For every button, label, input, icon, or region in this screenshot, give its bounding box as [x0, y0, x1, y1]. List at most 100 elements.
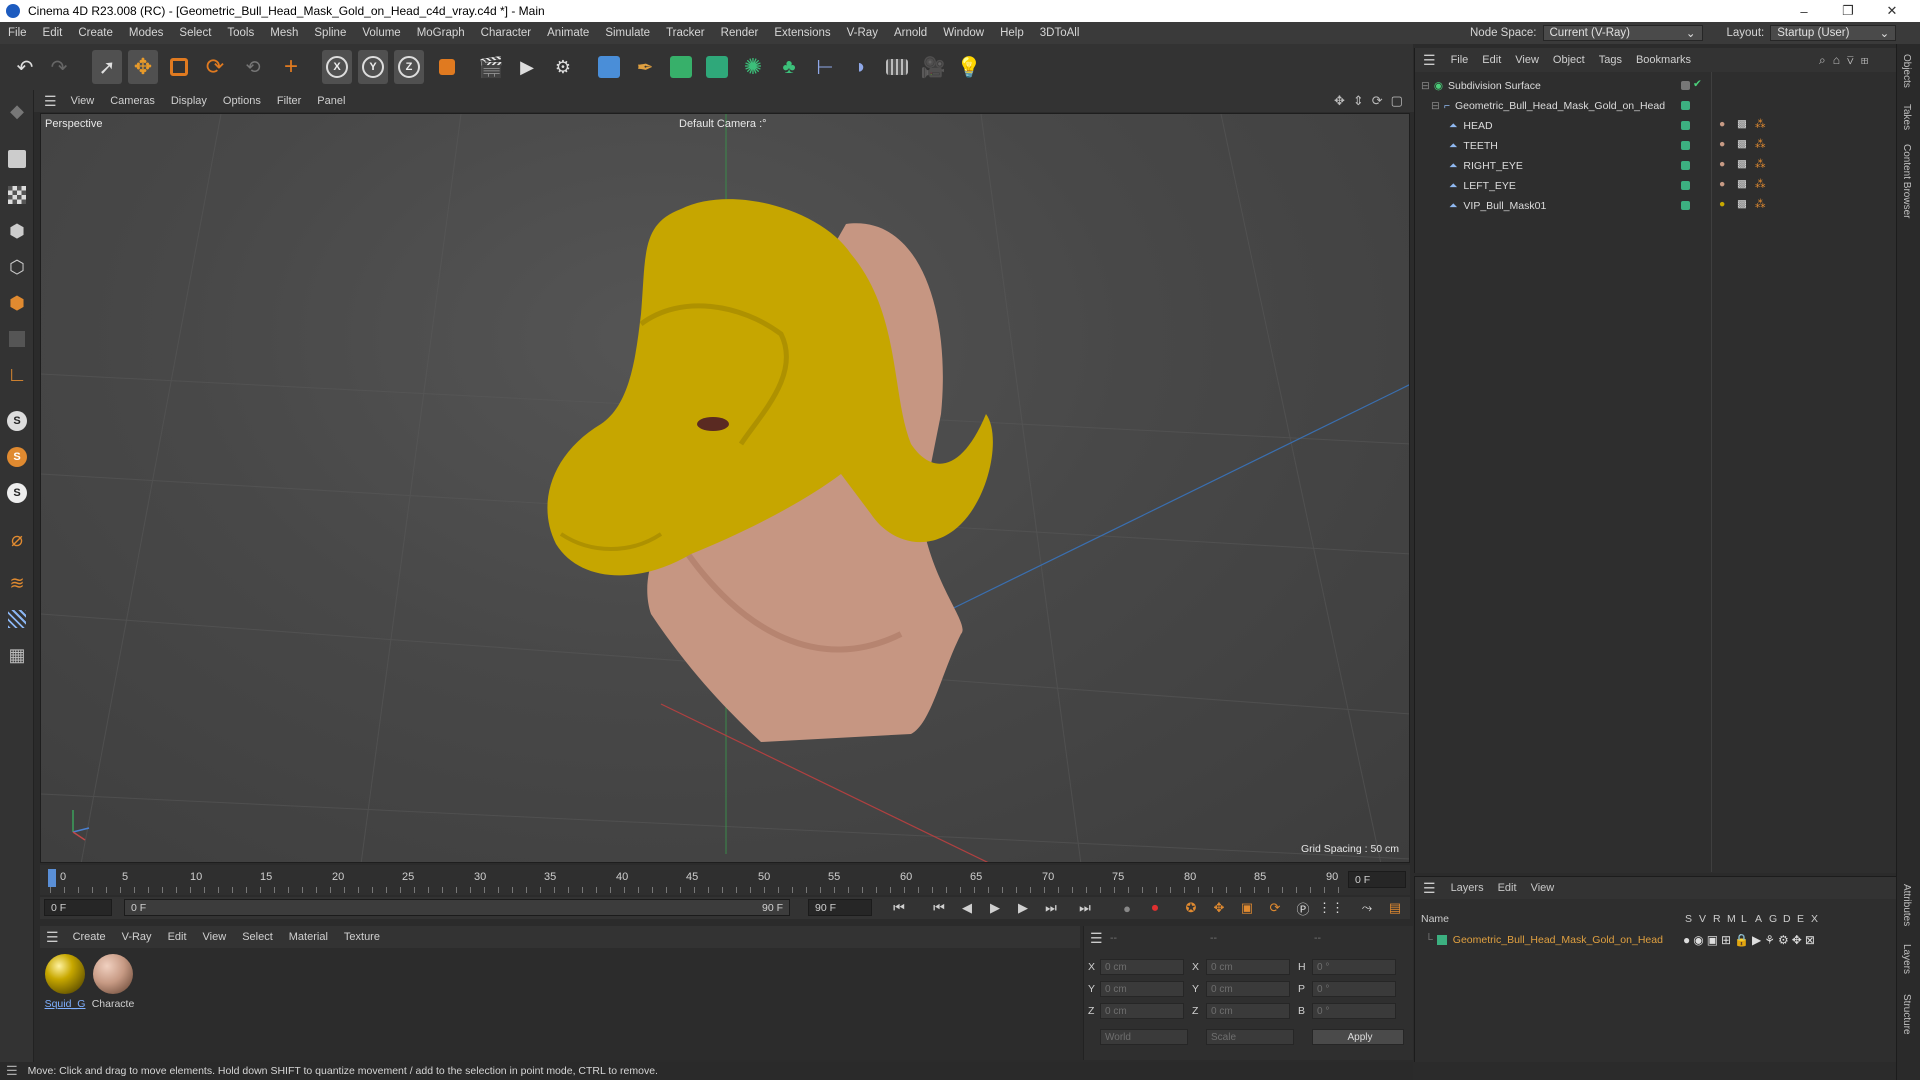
pos-z-field[interactable]: 0 cm — [1100, 1003, 1184, 1019]
x-axis-lock-button[interactable]: X — [322, 50, 352, 84]
layer-flag-toggles[interactable]: ●◉▣⊞🔒▶⚘⚙✥⊠ — [1683, 933, 1818, 947]
menu-simulate[interactable]: Simulate — [597, 27, 658, 39]
material-tag-icon[interactable]: ● — [1719, 178, 1725, 190]
pen-spline-button[interactable]: ✒ — [630, 50, 660, 84]
object-row-right-eye[interactable]: ⏶ RIGHT_EYE ● ▩ ⁂ — [1415, 156, 1897, 176]
minimize-button[interactable]: – — [1782, 0, 1826, 22]
layer-color-dot[interactable] — [1681, 141, 1690, 150]
tab-takes[interactable]: Takes — [1901, 104, 1912, 130]
extrude-button[interactable] — [702, 50, 732, 84]
key-pla-button[interactable]: ⋮⋮ — [1318, 897, 1344, 919]
tab-attributes[interactable]: Attributes — [1901, 884, 1912, 926]
texture-mode-button[interactable] — [4, 182, 30, 208]
selection-tag-icon[interactable]: ⁂ — [1755, 118, 1766, 130]
undo-button[interactable]: ↶ — [10, 50, 40, 84]
viewport-menu-filter[interactable]: Filter — [269, 95, 309, 107]
render-view-button[interactable]: 🎬 — [476, 50, 506, 84]
layer-flag-xrefs[interactable]: X — [1811, 913, 1818, 925]
enabled-check-icon[interactable]: ✔ — [1693, 78, 1702, 90]
layer-flag-locked[interactable]: L — [1741, 913, 1747, 925]
collapse-icon[interactable]: ⊟ — [1421, 80, 1430, 92]
viewport-menu-options[interactable]: Options — [215, 95, 269, 107]
hamburger-icon[interactable]: ☰ — [44, 93, 57, 110]
layer-color-dot[interactable] — [1681, 201, 1690, 210]
record-button[interactable]: ⏺ — [1142, 897, 1168, 919]
object-row-subdivision-surface[interactable]: ⊟ ◉ Subdivision Surface ✔ — [1415, 76, 1897, 96]
layer-flag-render[interactable]: R — [1713, 913, 1721, 925]
viewport-menu-cameras[interactable]: Cameras — [102, 95, 163, 107]
layer-flag-animation[interactable]: A — [1755, 913, 1762, 925]
material-menu-view[interactable]: View — [195, 931, 235, 943]
object-row-head[interactable]: ⏶ HEAD ● ▩ ⁂ — [1415, 116, 1897, 136]
menu-character[interactable]: Character — [473, 27, 540, 39]
y-axis-lock-button[interactable]: Y — [358, 50, 388, 84]
material-swatch[interactable]: Squid_G — [42, 954, 88, 1010]
uvw-tag-icon[interactable]: ▩ — [1737, 138, 1747, 150]
menu-render[interactable]: Render — [713, 27, 767, 39]
menu-tools[interactable]: Tools — [219, 27, 262, 39]
locked-workplane-button[interactable]: ▦ — [4, 642, 30, 668]
menu-window[interactable]: Window — [935, 27, 992, 39]
material-swatch[interactable]: Characte — [90, 954, 136, 1010]
polygons-mode-button[interactable]: ⬢ — [4, 290, 30, 316]
layer-flag-deformers[interactable]: D — [1783, 913, 1791, 925]
layer-flag-generators[interactable]: G — [1769, 913, 1777, 925]
material-menu-vray[interactable]: V-Ray — [114, 931, 160, 943]
menu-help[interactable]: Help — [992, 27, 1032, 39]
selection-tag-icon[interactable]: ⁂ — [1755, 178, 1766, 190]
key-all-button[interactable]: ✪ — [1178, 897, 1204, 919]
menu-mesh[interactable]: Mesh — [262, 27, 306, 39]
viewport-menu-panel[interactable]: Panel — [309, 95, 353, 107]
layer-color-swatch[interactable] — [1436, 935, 1447, 945]
redo-button[interactable]: ↷ — [44, 50, 74, 84]
workplane-button[interactable]: ≋ — [4, 570, 30, 596]
selection-tag-icon[interactable]: ⁂ — [1755, 158, 1766, 170]
hamburger-icon[interactable]: ☰ — [1423, 880, 1436, 897]
object-menu-object[interactable]: Object — [1546, 54, 1592, 66]
size-x-field[interactable]: 0 cm — [1206, 959, 1290, 975]
coordinate-system-button[interactable] — [432, 50, 462, 84]
menu-3dtoall[interactable]: 3DToAll — [1032, 27, 1088, 39]
hamburger-icon[interactable]: ☰ — [6, 1063, 18, 1079]
menu-extensions[interactable]: Extensions — [766, 27, 838, 39]
node-space-dropdown[interactable]: Current (V-Ray) ⌄ — [1542, 25, 1703, 41]
layer-color-dot[interactable] — [1681, 101, 1690, 110]
object-menu-view[interactable]: View — [1508, 54, 1546, 66]
editor-visibility-dot[interactable] — [1681, 81, 1690, 90]
menu-file[interactable]: File — [0, 27, 35, 39]
camera-name-label[interactable]: Default Camera :° — [679, 118, 767, 130]
material-menu-edit[interactable]: Edit — [160, 931, 195, 943]
layer-flag-expressions[interactable]: E — [1797, 913, 1804, 925]
layer-row[interactable]: └ Geometric_Bull_Head_Mask_Gold_on_Head … — [1415, 931, 1897, 949]
material-menu-texture[interactable]: Texture — [336, 931, 388, 943]
material-tag-icon[interactable]: ● — [1719, 138, 1725, 150]
apply-button[interactable]: Apply — [1312, 1029, 1404, 1045]
subdivision-button[interactable] — [666, 50, 696, 84]
perspective-viewport[interactable]: Perspective Default Camera :° Grid Spaci… — [40, 113, 1410, 863]
viewport-menu-display[interactable]: Display — [163, 95, 215, 107]
layout-dropdown[interactable]: Startup (User) ⌄ — [1770, 25, 1897, 41]
edges-mode-button[interactable]: ⬡ — [4, 254, 30, 280]
maximize-button[interactable]: ❐ — [1826, 0, 1870, 22]
go-to-end-button[interactable]: ⏭ — [1072, 897, 1098, 919]
object-menu-bookmarks[interactable]: Bookmarks — [1629, 54, 1698, 66]
cloner-button[interactable]: ✺ — [738, 50, 768, 84]
material-menu-material[interactable]: Material — [281, 931, 336, 943]
menu-tracker[interactable]: Tracker — [658, 27, 713, 39]
object-row-vip-bull-mask[interactable]: ⏶ VIP_Bull_Mask01 ● ▩ ⁂ — [1415, 196, 1897, 216]
hamburger-icon[interactable]: ☰ — [46, 929, 59, 946]
key-scale-button[interactable]: ▣ — [1234, 897, 1260, 919]
pos-x-field[interactable]: 0 cm — [1100, 959, 1184, 975]
hamburger-icon[interactable]: ☰ — [1423, 52, 1436, 69]
magnet-button[interactable]: ⌀ — [4, 526, 30, 552]
next-key-button[interactable]: ⏭ — [1038, 897, 1064, 919]
collapse-icon[interactable]: ⊟ — [1431, 100, 1440, 112]
axis-mode-button[interactable]: ∟ — [4, 362, 30, 388]
live-selection-button[interactable]: ➚ — [92, 50, 122, 84]
floor-button[interactable] — [882, 50, 912, 84]
material-menu-create[interactable]: Create — [65, 931, 114, 943]
menu-vray[interactable]: V-Ray — [839, 27, 886, 39]
scale-tool-button[interactable] — [164, 50, 194, 84]
viewport-nav-icons[interactable]: ✥⇕⟳▢ — [1334, 93, 1411, 109]
recent-tools-button[interactable]: ⟲ — [238, 50, 268, 84]
